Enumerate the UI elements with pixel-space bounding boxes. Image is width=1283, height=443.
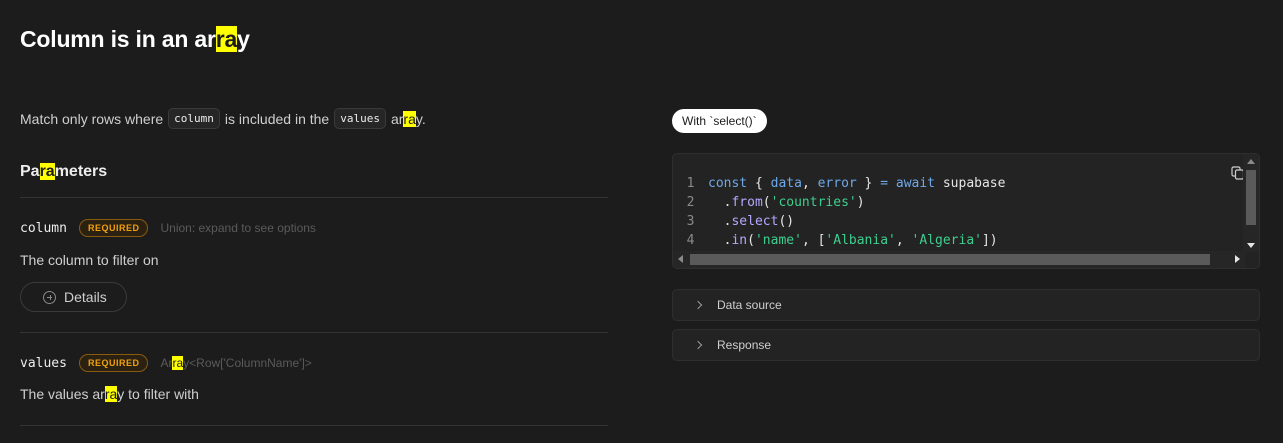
- code-token: 'Algeria': [911, 233, 982, 248]
- code-token: 'name': [754, 233, 802, 248]
- plus-circle-icon: [43, 290, 56, 304]
- tab-with-select[interactable]: With `select()`: [672, 109, 767, 133]
- scroll-down-arrow-icon[interactable]: [1247, 243, 1255, 248]
- code-token: (: [747, 233, 755, 248]
- scroll-up-arrow-icon[interactable]: [1247, 159, 1255, 164]
- details-label: Details: [64, 289, 107, 305]
- method-description: Match only rows where column is included…: [20, 108, 426, 129]
- code-token: {: [747, 176, 771, 191]
- code-token: select: [731, 214, 779, 229]
- code-token: await: [895, 176, 936, 191]
- code-token: ,: [801, 176, 818, 191]
- required-badge: REQUIRED: [78, 219, 149, 237]
- code-token: data: [770, 176, 802, 191]
- code-token: .: [708, 233, 732, 248]
- code-token: ]): [981, 233, 998, 248]
- inline-code-column: column: [168, 108, 220, 129]
- code-line: 4 . in('name', ['Albania', 'Algeria']): [673, 231, 1005, 250]
- param-name: column: [20, 220, 67, 236]
- accordion-label: Data source: [717, 298, 782, 312]
- code-token: supabase: [935, 176, 1006, 191]
- search-highlight: ra: [403, 110, 416, 127]
- code-lines: 1 const { data, error } = await supabase 2…: [673, 174, 1006, 250]
- code-token: .: [708, 195, 732, 210]
- line-number: 1: [686, 176, 695, 191]
- code-token: =: [880, 176, 889, 191]
- code-token: .: [708, 214, 732, 229]
- required-badge: REQUIRED: [78, 354, 149, 372]
- code-token: ): [856, 195, 865, 210]
- vertical-scrollbar[interactable]: [1243, 154, 1259, 252]
- code-line: 3 . select(): [673, 212, 1005, 231]
- accordion-label: Response: [717, 338, 772, 352]
- accordion-response[interactable]: Response: [672, 329, 1260, 361]
- param-description: The values array to filter with: [20, 386, 199, 402]
- param-name: values: [20, 355, 67, 371]
- param-description: The column to filter on: [20, 252, 159, 268]
- code-token: (): [778, 214, 795, 229]
- horizontal-scrollbar[interactable]: [673, 251, 1245, 268]
- line-number: 4: [686, 233, 695, 248]
- divider: [20, 197, 608, 198]
- search-highlight: ra: [39, 163, 55, 180]
- page-title: Column is in an array: [20, 26, 250, 52]
- line-number: 3: [686, 214, 695, 229]
- code-token: 'countries': [770, 195, 857, 210]
- scrollbar-thumb[interactable]: [690, 254, 1210, 265]
- code-token: 'Albania': [825, 233, 896, 248]
- code-token: from: [731, 195, 763, 210]
- code-line: 2 . from('countries'): [673, 193, 1005, 212]
- code-token: (: [762, 195, 771, 210]
- param-type: Array<Row['ColumnName']>: [160, 356, 312, 370]
- code-token: const: [708, 176, 748, 191]
- inline-code-values: values: [334, 108, 386, 129]
- scroll-left-arrow-icon[interactable]: [678, 255, 683, 263]
- search-highlight: ra: [104, 386, 118, 402]
- code-token: , [: [801, 233, 826, 248]
- parameters-heading: Parameters: [20, 163, 108, 180]
- chevron-right-icon: [693, 340, 703, 350]
- scroll-right-arrow-icon[interactable]: [1235, 255, 1240, 263]
- code-token: ,: [895, 233, 912, 248]
- code-line: 1 const { data, error } = await supabase: [673, 174, 1006, 193]
- line-number: 2: [686, 195, 695, 210]
- details-button[interactable]: Details: [20, 282, 127, 312]
- chevron-right-icon: [693, 300, 703, 310]
- search-highlight: ra: [172, 356, 184, 370]
- code-token: }: [856, 176, 881, 191]
- code-token: error: [817, 176, 857, 191]
- param-column: column REQUIRED Union: expand to see opt…: [20, 219, 316, 237]
- divider: [20, 425, 608, 426]
- scrollbar-thumb[interactable]: [1246, 170, 1256, 225]
- param-type: Union: expand to see options: [160, 221, 316, 235]
- divider: [20, 332, 608, 333]
- param-values: values REQUIRED Array<Row['ColumnName']>: [20, 354, 312, 372]
- search-highlight: ra: [215, 26, 238, 52]
- code-block: 1 const { data, error } = await supabase 2…: [672, 153, 1260, 269]
- accordion-data-source[interactable]: Data source: [672, 289, 1260, 321]
- code-token: in: [731, 233, 748, 248]
